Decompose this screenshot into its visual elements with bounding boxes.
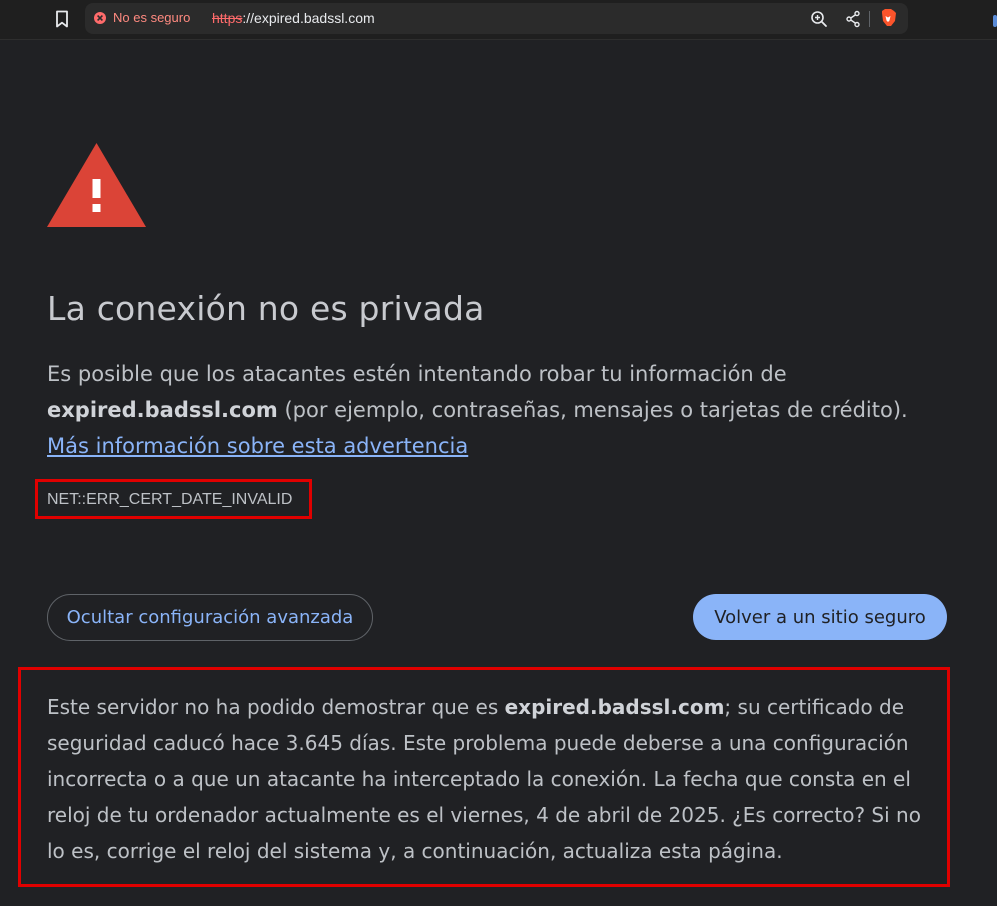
description-domain: expired.badssl.com [47,398,278,422]
url-text[interactable]: https://expired.badssl.com [212,10,375,26]
bookmark-icon[interactable] [53,9,71,29]
page-title: La conexión no es privada [47,289,485,328]
brave-shield-icon[interactable] [879,8,897,28]
browser-toolbar: No es seguro https://expired.badssl.com [0,0,997,40]
not-secure-icon[interactable] [93,11,107,25]
sidebar-edge-indicator [993,15,997,27]
details-domain: expired.badssl.com [504,695,725,719]
error-code[interactable]: NET::ERR_CERT_DATE_INVALID [47,491,292,509]
hide-advanced-button[interactable]: Ocultar configuración avanzada [47,594,373,641]
address-bar[interactable]: No es seguro https://expired.badssl.com [85,3,908,34]
warning-description: Es posible que los atacantes estén inten… [47,356,917,464]
security-status-label[interactable]: No es seguro [113,10,190,25]
description-text-2: (por ejemplo, contraseñas, mensajes o ta… [277,398,908,422]
url-host: ://expired.badssl.com [242,10,375,26]
share-icon[interactable] [845,10,861,28]
description-text-1: Es posible que los atacantes estén inten… [47,362,787,386]
warning-triangle-icon [47,143,146,227]
back-to-safety-button[interactable]: Volver a un sitio seguro [693,594,947,640]
toolbar-divider [869,11,870,27]
details-text-1: Este servidor no ha podido demostrar que… [47,695,505,719]
zoom-icon[interactable] [810,10,828,28]
learn-more-link[interactable]: Más información sobre esta advertencia [47,434,468,458]
details-text-2: ; su certificado de seguridad caducó hac… [47,695,921,863]
advanced-details: Este servidor no ha podido demostrar que… [47,689,942,869]
url-scheme: https [212,10,243,26]
